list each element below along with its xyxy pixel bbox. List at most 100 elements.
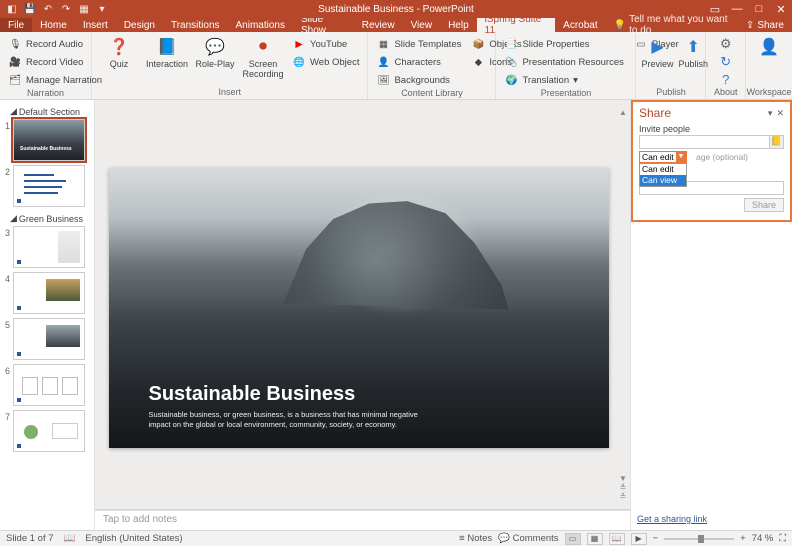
objects-icon: 📦 [471,37,485,51]
share-pane-close-icon[interactable]: ✕ [776,108,784,119]
record-audio-button[interactable]: 🎙Record Audio [6,36,104,52]
manage-icon: 🗂 [8,73,22,87]
preview-button[interactable]: ▶Preview [642,36,672,70]
undo-icon[interactable]: ↶ [42,3,54,15]
reading-view-icon[interactable]: 📖 [609,533,625,545]
tab-acrobat[interactable]: Acrobat [555,18,605,32]
notes-pane[interactable]: Tap to add notes [95,510,630,530]
thumb-1[interactable]: Sustainable Business [13,119,85,161]
interaction-button[interactable]: 📘Interaction [146,36,188,70]
ribbon: 🎙Record Audio 🎥Record Video 🗂Manage Narr… [0,32,792,100]
share-send-button[interactable]: Share [744,198,784,212]
scroll-up-icon[interactable]: ▲ [619,108,627,117]
slide-subtitle[interactable]: Sustainable business, or green business,… [149,410,429,430]
perm-option-view[interactable]: Can view [640,175,686,186]
quiz-icon: ❓ [108,36,130,58]
screen-icon: ⏺ [252,36,274,58]
tab-file[interactable]: File [0,18,32,32]
vertical-scrollbar[interactable]: ▲ ▼ ≙ ≚ [618,108,628,501]
slideshow-view-icon[interactable]: ▶ [631,533,647,545]
tab-slideshow[interactable]: Slide Show [293,18,354,32]
group-insert: Insert [92,87,367,99]
scroll-down-icon[interactable]: ▼ [619,474,627,483]
quiz-button[interactable]: ❓Quiz [98,36,140,70]
camera-icon: 🎥 [8,55,22,69]
tell-me[interactable]: 💡Tell me what you want to do [614,18,738,32]
tab-review[interactable]: Review [354,18,403,32]
characters-button[interactable]: 👤Characters [374,54,463,70]
window-title: Sustainable Business - PowerPoint [318,4,474,15]
manage-narration-button[interactable]: 🗂Manage Narration [6,72,104,88]
notes-toggle[interactable]: ≡ Notes [459,533,492,544]
tab-design[interactable]: Design [116,18,163,32]
web-object-button[interactable]: 🌐Web Object [290,54,361,70]
next-slide-icon[interactable]: ≚ [620,492,627,501]
tab-insert[interactable]: Insert [75,18,116,32]
thumb-3[interactable] [13,226,85,268]
publish-button[interactable]: ⬆Publish [678,36,708,70]
prev-slide-icon[interactable]: ≙ [620,483,627,492]
redo-icon[interactable]: ↷ [60,3,72,15]
group-narration: Narration [0,88,91,100]
start-from-beginning-icon[interactable]: ▦ [78,3,90,15]
zoom-out-icon[interactable]: − [653,533,659,544]
zoom-slider[interactable] [664,538,734,540]
permission-dropdown[interactable]: Can edit▼ Can edit Can view [639,151,687,163]
zoom-level[interactable]: 74 % [752,533,774,544]
screen-recording-button[interactable]: ⏺Screen Recording [242,36,284,80]
spell-check-icon[interactable]: 📖 [64,533,76,544]
maximize-icon[interactable]: □ [748,0,770,18]
backgrounds-button[interactable]: 🖼Backgrounds [374,72,463,88]
section-green[interactable]: ◢ Green Business [2,211,90,226]
slide-properties-button[interactable]: 📑Slide Properties [502,36,625,52]
close-icon[interactable]: ✕ [770,0,792,18]
icons-icon: ◆ [471,55,485,69]
slide-title[interactable]: Sustainable Business [149,383,356,406]
presentation-resources-button[interactable]: 📎Presentation Resources [502,54,625,70]
slide-canvas[interactable]: Sustainable Business Sustainable busines… [109,168,609,448]
thumb-7[interactable] [13,410,85,452]
thumb-6[interactable] [13,364,85,406]
tab-transitions[interactable]: Transitions [163,18,228,32]
backgrounds-icon: 🖼 [376,73,390,87]
permission-options: Can edit Can view [639,163,687,187]
workspace-button[interactable]: 👤 [752,36,786,58]
thumb-2[interactable] [13,165,85,207]
tab-home[interactable]: Home [32,18,75,32]
mic-icon: 🎙 [8,37,22,51]
tab-help[interactable]: Help [440,18,477,32]
slide-counter[interactable]: Slide 1 of 7 [6,533,54,544]
invite-label: Invite people [639,124,784,134]
youtube-button[interactable]: ▶YouTube [290,36,361,52]
translation-button[interactable]: 🌍Translation ▾ [502,72,625,88]
perm-option-edit[interactable]: Can edit [640,164,686,175]
comments-toggle[interactable]: 💬 Comments [498,533,558,544]
help-icon[interactable]: ? [722,72,729,87]
thumb-5[interactable] [13,318,85,360]
updates-icon[interactable]: ↻ [720,54,731,70]
thumb-4[interactable] [13,272,85,314]
invite-input[interactable]: 📒 [639,135,784,149]
address-book-icon[interactable]: 📒 [769,136,783,148]
normal-view-icon[interactable]: ▭ [565,533,581,545]
slide-thumbnails[interactable]: ◢ Default Section 1Sustainable Business … [0,100,95,530]
language-status[interactable]: English (United States) [85,533,182,544]
tab-animations[interactable]: Animations [228,18,293,32]
section-default[interactable]: ◢ Default Section [2,104,90,119]
save-icon[interactable]: 💾 [24,3,36,15]
get-sharing-link[interactable]: Get a sharing link [637,514,707,524]
sorter-view-icon[interactable]: ▦ [587,533,603,545]
fit-to-window-icon[interactable]: ⛶ [779,533,786,544]
share-ribbon-button[interactable]: ⇪Share [738,18,792,32]
share-pane-menu-icon[interactable]: ▾ [768,108,773,119]
zoom-in-icon[interactable]: + [740,533,746,544]
record-video-button[interactable]: 🎥Record Video [6,54,104,70]
publish-icon: ⬆ [682,36,704,58]
tab-ispring[interactable]: iSpring Suite 11 [477,18,556,32]
slide-templates-button[interactable]: ▦Slide Templates [374,36,463,52]
options-icon[interactable]: ⚙ [720,36,732,52]
qat-more-icon[interactable]: ▾ [96,3,108,15]
group-workspace: Workspace [746,87,792,99]
roleplay-button[interactable]: 💬Role-Play [194,36,236,70]
tab-view[interactable]: View [403,18,441,32]
